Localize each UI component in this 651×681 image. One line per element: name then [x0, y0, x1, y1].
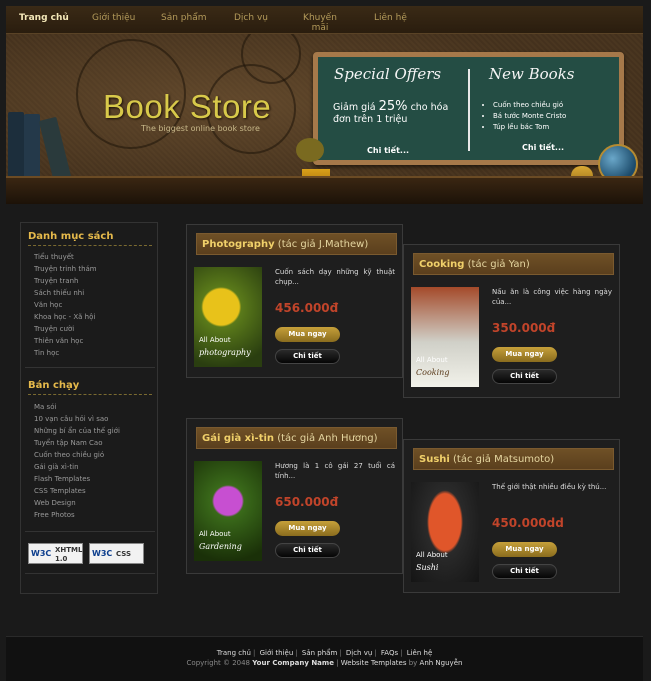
special-offers-title: Special Offers	[334, 65, 442, 83]
top-nav: Trang chủ Giới thiệu Sản phẩm Dịch vụ Kh…	[6, 6, 643, 34]
category-item[interactable]: Văn học	[34, 299, 97, 311]
bestseller-item[interactable]: Free Photos	[34, 509, 120, 521]
category-item[interactable]: Tin học	[34, 347, 97, 359]
nav-about[interactable]: Giới thiệu	[92, 13, 135, 23]
bestseller-item[interactable]: Flash Templates	[34, 473, 120, 485]
footer: Trang chủ | Giới thiệu | Sản phẩm | Dịch vụ…	[6, 636, 643, 681]
book-image	[38, 116, 72, 182]
buy-now-button[interactable]: Mua ngay	[275, 521, 340, 536]
sidebar-divider	[25, 573, 155, 574]
sidebar-divider	[25, 367, 155, 368]
w3c-css-badge[interactable]: W3C CSS	[89, 543, 144, 564]
details-button[interactable]: Chi tiết	[492, 369, 557, 384]
category-item[interactable]: Tiểu thuyết	[34, 251, 97, 263]
bestsellers-heading: Bán chạy	[28, 380, 152, 395]
footer-links: Trang chủ | Giới thiệu | Sản phẩm | Dịch vụ…	[216, 649, 433, 657]
new-book-item[interactable]: Cuốn theo chiều gió	[493, 100, 566, 111]
templates-link[interactable]: Website Templates	[341, 659, 407, 667]
product-header[interactable]: Sushi (tác giả Matsumoto)	[413, 448, 614, 470]
board-divider	[468, 69, 470, 151]
book-cover-image[interactable]: All About Cooking	[411, 287, 479, 387]
buy-now-button[interactable]: Mua ngay	[492, 542, 557, 557]
product-header[interactable]: Gái già xì-tin (tác giả Anh Hương)	[196, 427, 397, 449]
logo-subtitle: The biggest online book store	[141, 124, 260, 133]
categories-heading: Danh mục sách	[28, 231, 152, 246]
details-button[interactable]: Chi tiết	[492, 564, 557, 579]
product-card: Cooking (tác giả Yan) All About Cooking …	[403, 244, 620, 398]
nav-products[interactable]: Sản phẩm	[161, 13, 207, 23]
category-item[interactable]: Thiên văn học	[34, 335, 97, 347]
bestseller-item[interactable]: Những bí ẩn của thế giới	[34, 425, 120, 437]
book-image	[8, 112, 24, 178]
product-card: Photography (tác giả J.Mathew) All About…	[186, 224, 403, 378]
footer-copyright: Copyright © 2048 Your Company Name | Web…	[186, 659, 463, 667]
footer-link[interactable]: FAQs	[381, 649, 398, 657]
product-price: 456.000đ	[275, 301, 339, 315]
bestseller-item[interactable]: Tuyển tập Nam Cao	[34, 437, 120, 449]
product-price: 650.000đ	[275, 495, 339, 509]
new-books-details-link[interactable]: Chi tiết...	[522, 143, 564, 152]
product-price: 350.000đ	[492, 321, 556, 335]
company-link[interactable]: Your Company Name	[252, 659, 334, 667]
w3c-xhtml-badge[interactable]: W3C XHTML 1.0	[28, 543, 83, 564]
product-price: 450.000dd	[492, 516, 564, 530]
bestseller-item[interactable]: Ma sói	[34, 401, 120, 413]
buy-now-button[interactable]: Mua ngay	[492, 347, 557, 362]
category-item[interactable]: Khoa học - Xã hội	[34, 311, 97, 323]
product-card: Gái già xì-tin (tác giả Anh Hương) All A…	[186, 418, 403, 574]
product-description: Thế giới thật nhiều điều kỳ thú...	[492, 483, 607, 491]
book-cover-image[interactable]: All About Sushi	[411, 482, 479, 582]
plant-icon	[296, 138, 324, 162]
category-item[interactable]: Truyện trinh thám	[34, 263, 97, 275]
header-banner: Book Store The biggest online book store…	[6, 34, 643, 204]
details-button[interactable]: Chi tiết	[275, 543, 340, 558]
author-link[interactable]: Anh Nguyễn	[420, 659, 463, 667]
footer-link[interactable]: Liên hệ	[407, 649, 433, 657]
buy-now-button[interactable]: Mua ngay	[275, 327, 340, 342]
category-list: Tiểu thuyết Truyện trinh thám Truyện tra…	[34, 251, 97, 359]
sidebar: Danh mục sách Tiểu thuyết Truyện trinh t…	[20, 222, 158, 594]
product-card: Sushi (tác giả Matsumoto) All About Sush…	[403, 439, 620, 593]
footer-link[interactable]: Sản phẩm	[302, 649, 337, 657]
bestseller-item[interactable]: 10 vạn câu hỏi vì sao	[34, 413, 120, 425]
nav-promotions[interactable]: Khuyến mãi	[298, 13, 342, 33]
chalkboard-promo: Special Offers Giảm giá 25% cho hóa đơn …	[313, 52, 624, 165]
details-button[interactable]: Chi tiết	[275, 349, 340, 364]
logo-title[interactable]: Book Store	[103, 88, 271, 126]
nav-services[interactable]: Dịch vụ	[234, 13, 268, 23]
new-book-item[interactable]: Túp lều bác Tom	[493, 122, 566, 133]
book-cover-image[interactable]: All About Gardening	[194, 461, 262, 561]
book-cover-image[interactable]: All About photography	[194, 267, 262, 367]
bestseller-item[interactable]: Cuốn theo chiều gió	[34, 449, 120, 461]
product-header[interactable]: Cooking (tác giả Yan)	[413, 253, 614, 275]
bestseller-item[interactable]: Web Design	[34, 497, 120, 509]
footer-link[interactable]: Trang chủ	[217, 649, 251, 657]
book-image	[24, 114, 40, 178]
product-description: Hương là 1 cô gái 27 tuổi cá tính...	[275, 462, 395, 480]
footer-link[interactable]: Dịch vụ	[346, 649, 372, 657]
nav-home[interactable]: Trang chủ	[19, 13, 69, 23]
product-description: Cuốn sách dạy những kỹ thuật chụp...	[275, 268, 395, 286]
product-description: Nấu ăn là công việc hàng ngày của...	[492, 288, 612, 306]
bestseller-item[interactable]: CSS Templates	[34, 485, 120, 497]
new-book-item[interactable]: Bá tước Monte Cristo	[493, 111, 566, 122]
shelf	[6, 176, 643, 204]
new-books-title: New Books	[489, 65, 575, 83]
product-header[interactable]: Photography (tác giả J.Mathew)	[196, 233, 397, 255]
nav-contact[interactable]: Liên hệ	[374, 13, 407, 23]
new-books-list: Cuốn theo chiều gió Bá tước Monte Cristo…	[493, 100, 566, 133]
bestseller-list: Ma sói 10 vạn câu hỏi vì sao Những bí ẩn…	[34, 401, 120, 521]
category-item[interactable]: Sách thiếu nhi	[34, 287, 97, 299]
category-item[interactable]: Truyện tranh	[34, 275, 97, 287]
category-item[interactable]: Truyện cười	[34, 323, 97, 335]
footer-link[interactable]: Giới thiệu	[260, 649, 294, 657]
bestseller-item[interactable]: Gái già xì-tin	[34, 461, 120, 473]
special-offer-text: Giảm giá 25% cho hóa đơn trên 1 triệu	[333, 99, 449, 125]
sidebar-divider	[25, 531, 155, 532]
special-offers-details-link[interactable]: Chi tiết...	[367, 146, 409, 155]
